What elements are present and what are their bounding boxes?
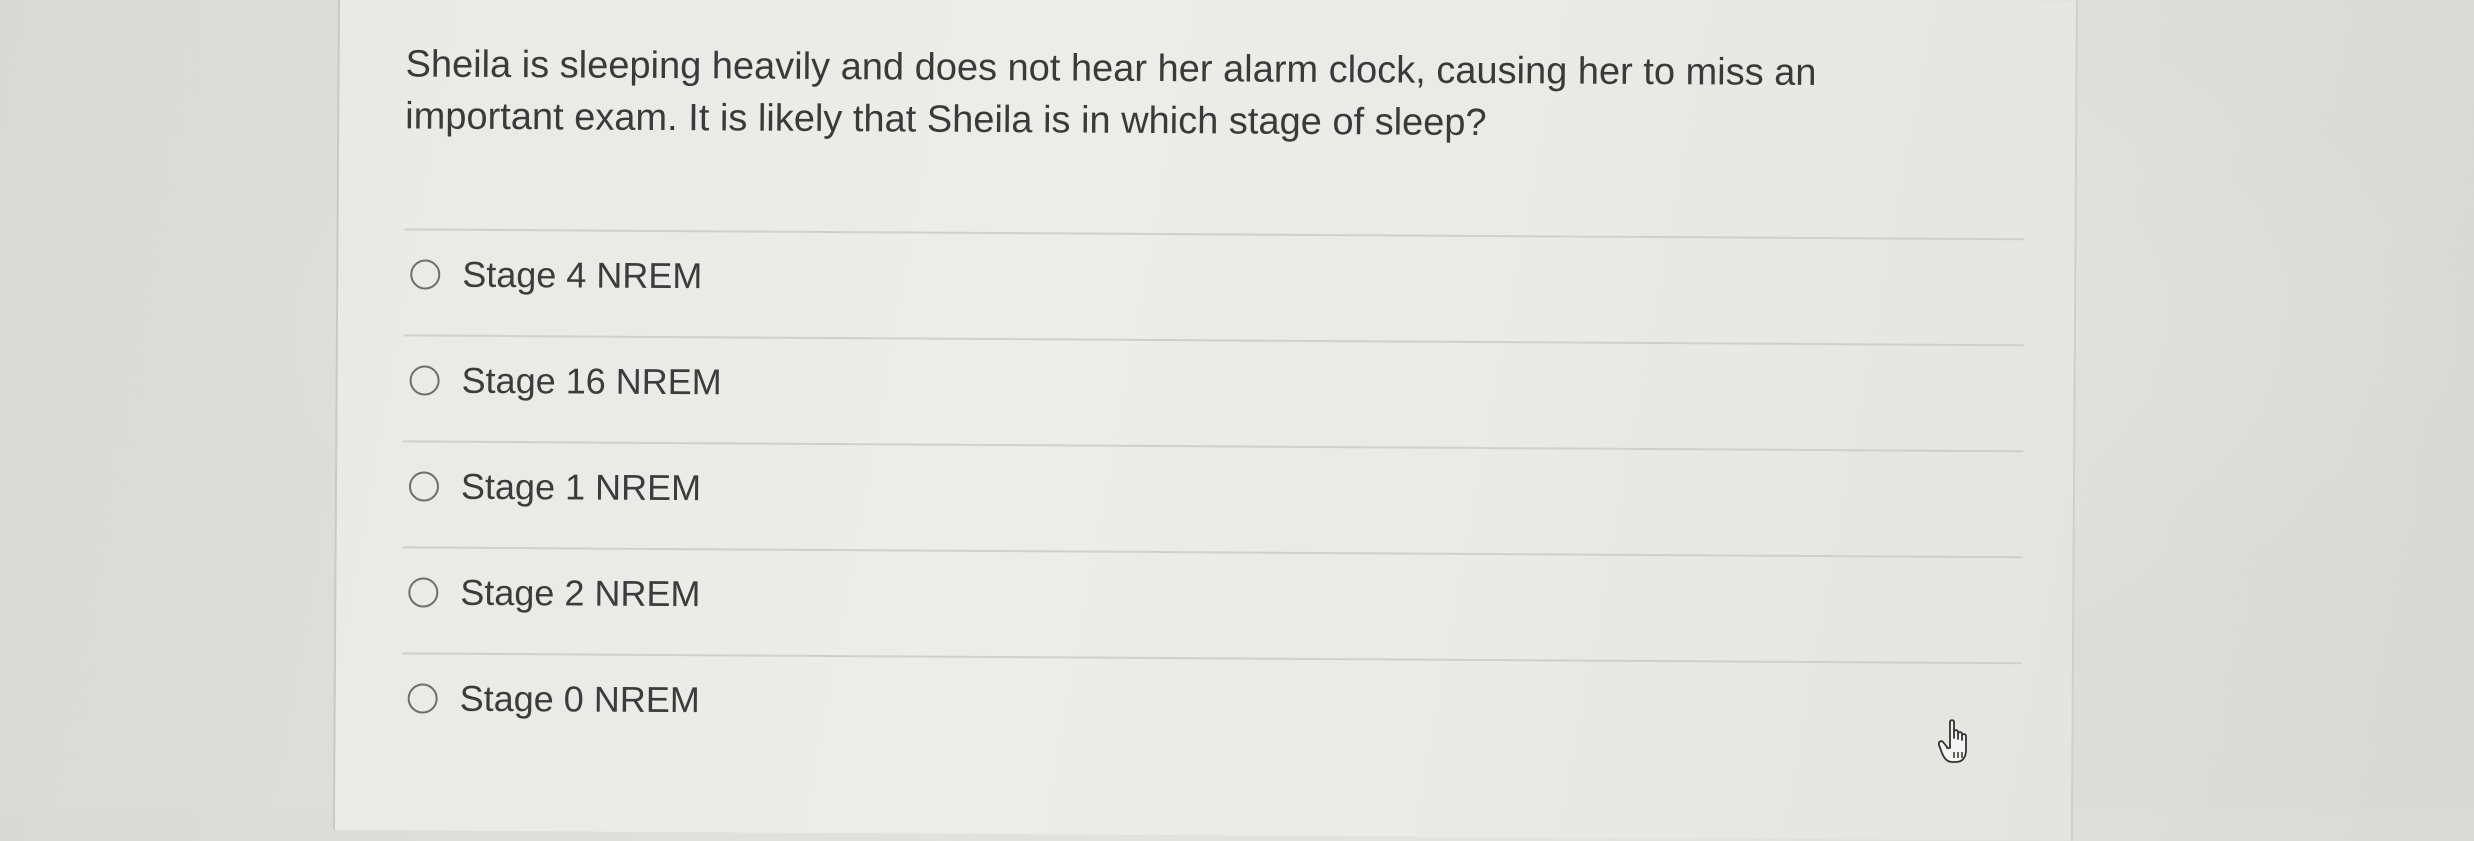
divider [403, 440, 2024, 453]
divider [404, 228, 2025, 241]
divider [402, 546, 2023, 559]
divider [403, 334, 2024, 347]
answer-option-3[interactable]: Stage 1 NREM [408, 456, 702, 518]
radio-button[interactable] [410, 259, 441, 290]
option-label: Stage 2 NREM [460, 571, 701, 615]
option-label: Stage 1 NREM [460, 465, 702, 509]
answer-option-5[interactable]: Stage 0 NREM [407, 668, 700, 730]
answer-option-4[interactable]: Stage 2 NREM [408, 562, 701, 624]
hand-pointer-icon [1938, 719, 1967, 763]
radio-button[interactable] [409, 365, 440, 396]
option-label: Stage 4 NREM [462, 253, 703, 297]
option-label: Stage 0 NREM [459, 677, 700, 721]
radio-button[interactable] [408, 471, 440, 502]
answer-option-2[interactable]: Stage 16 NREM [409, 350, 722, 412]
radio-button[interactable] [407, 683, 438, 714]
radio-button[interactable] [408, 577, 439, 608]
answer-option-1[interactable]: Stage 4 NREM [410, 244, 702, 306]
question-text: Sheila is sleeping heavily and does not … [405, 43, 1817, 145]
option-label: Stage 16 NREM [461, 359, 722, 403]
divider [401, 652, 2022, 665]
question-card: Sheila is sleeping heavily and does not … [332, 0, 2078, 841]
